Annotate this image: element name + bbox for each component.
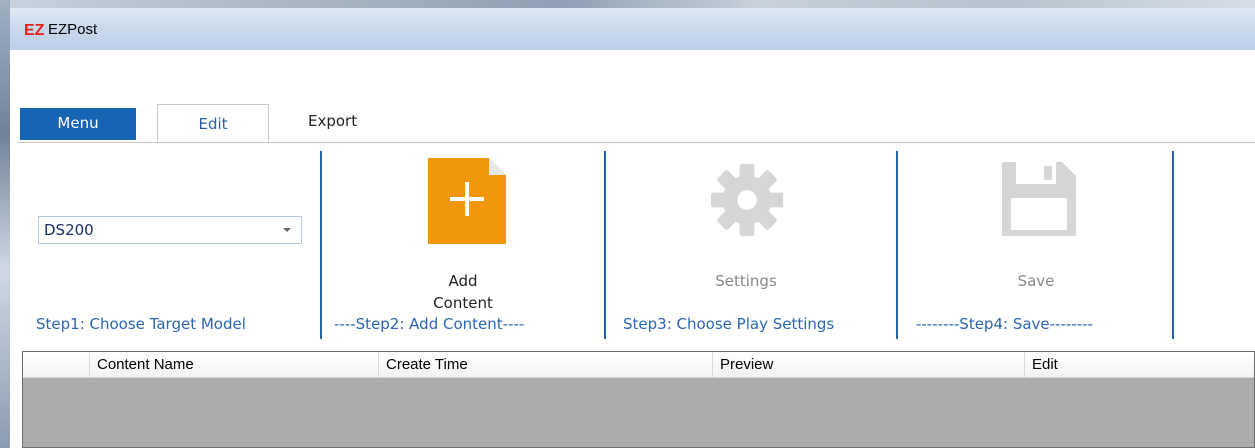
group-step1: DS200 Step1: Choose Target Model bbox=[18, 143, 318, 350]
title-bar[interactable]: EZ EZPost bbox=[10, 8, 1255, 50]
add-content-icon bbox=[428, 158, 506, 244]
ezpost-logo-icon: EZ bbox=[24, 22, 44, 37]
client-area: Menu Edit Export DS200 Step1: Choose Tar… bbox=[18, 50, 1255, 448]
step3-caption: Step3: Choose Play Settings bbox=[623, 315, 835, 333]
save-icon bbox=[1002, 162, 1076, 236]
step2-caption: ----Step2: Add Content---- bbox=[334, 315, 525, 333]
column-preview[interactable]: Preview bbox=[713, 352, 1025, 377]
group-separator bbox=[1172, 151, 1174, 339]
chevron-down-icon[interactable] bbox=[283, 228, 291, 232]
row-header-column[interactable] bbox=[23, 352, 90, 377]
save-label: Save bbox=[1017, 272, 1055, 290]
desktop-background-left bbox=[0, 0, 10, 448]
window-title: EZPost bbox=[48, 21, 98, 38]
group-step4: Save --------Step4: Save-------- bbox=[898, 143, 1172, 350]
add-content-label-line2: Content bbox=[433, 294, 493, 312]
content-grid-header: Content Name Create Time Preview Edit bbox=[23, 352, 1254, 378]
target-model-dropdown[interactable]: DS200 bbox=[38, 216, 302, 244]
column-edit[interactable]: Edit bbox=[1025, 352, 1254, 377]
group-step3: Settings Step3: Choose Play Settings bbox=[606, 143, 896, 350]
target-model-value: DS200 bbox=[44, 221, 94, 239]
app-window: EZ EZPost Menu Edit Export DS200 Step1: … bbox=[10, 8, 1255, 448]
ribbon-tab-strip: Menu Edit Export bbox=[18, 102, 1255, 142]
ribbon-panel: DS200 Step1: Choose Target Model Add Con… bbox=[18, 143, 1255, 350]
gear-icon bbox=[710, 163, 784, 237]
desktop-background bbox=[0, 0, 1255, 8]
save-button[interactable]: Save bbox=[956, 157, 1116, 307]
add-content-button[interactable]: Add Content bbox=[383, 157, 543, 312]
column-create-time[interactable]: Create Time bbox=[379, 352, 713, 377]
tab-menu[interactable]: Menu bbox=[20, 108, 136, 140]
svg-text:EZ: EZ bbox=[24, 22, 44, 37]
step1-caption: Step1: Choose Target Model bbox=[36, 315, 246, 333]
step4-caption: --------Step4: Save-------- bbox=[916, 315, 1093, 333]
tab-export-label: Export bbox=[308, 112, 358, 130]
tab-edit[interactable]: Edit bbox=[157, 104, 269, 142]
add-content-label-line1: Add bbox=[448, 272, 478, 290]
tab-menu-label: Menu bbox=[57, 114, 99, 132]
group-step2: Add Content ----Step2: Add Content---- bbox=[322, 143, 604, 350]
tab-export[interactable]: Export bbox=[308, 112, 357, 130]
content-grid[interactable]: Content Name Create Time Preview Edit bbox=[22, 351, 1255, 448]
column-content-name[interactable]: Content Name bbox=[90, 352, 379, 377]
add-content-label: Add Content bbox=[383, 270, 543, 314]
settings-label: Settings bbox=[715, 272, 777, 290]
settings-button[interactable]: Settings bbox=[666, 157, 826, 307]
tab-edit-label: Edit bbox=[198, 114, 228, 133]
